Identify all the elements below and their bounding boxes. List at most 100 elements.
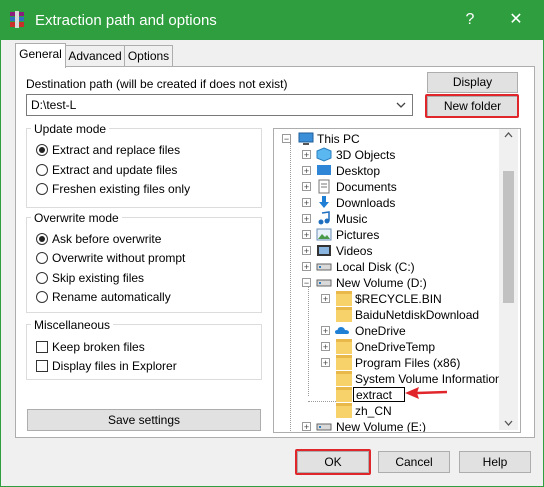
tree-item-label: OneDriveTemp bbox=[355, 340, 436, 354]
expand-icon[interactable]: + bbox=[321, 342, 330, 352]
expand-icon[interactable]: + bbox=[321, 294, 330, 304]
pictures-icon bbox=[316, 228, 332, 241]
folder-icon bbox=[336, 355, 352, 370]
documents-icon bbox=[318, 179, 330, 194]
tree-item-label: Local Disk (C:) bbox=[336, 260, 415, 274]
tree-item-label: OneDrive bbox=[355, 324, 406, 338]
checkbox-keep-broken[interactable] bbox=[36, 341, 48, 353]
folder-icon bbox=[336, 291, 352, 306]
radio-overwrite-no-prompt[interactable] bbox=[36, 252, 48, 264]
display-button-label: Display bbox=[452, 75, 493, 89]
radio-freshen[interactable] bbox=[36, 183, 48, 195]
radio-ask-overwrite[interactable] bbox=[36, 233, 48, 245]
expand-icon[interactable]: + bbox=[302, 198, 311, 208]
expand-icon[interactable]: + bbox=[302, 182, 311, 192]
collapse-icon[interactable]: − bbox=[282, 134, 291, 144]
tree-item-label: Documents bbox=[336, 180, 397, 194]
radio-extract-replace[interactable] bbox=[36, 144, 48, 156]
radio-ask-overwrite-label: Ask before overwrite bbox=[52, 232, 162, 246]
expand-icon[interactable]: + bbox=[302, 230, 311, 240]
help-button-label: Help bbox=[482, 455, 508, 469]
radio-extract-update[interactable] bbox=[36, 164, 48, 176]
tab-options[interactable]: Options bbox=[124, 45, 173, 66]
folder-icon bbox=[336, 307, 352, 322]
destination-path-combo[interactable]: D:\test-L bbox=[26, 94, 413, 116]
folder-icon bbox=[336, 387, 352, 402]
window-title: Extraction path and options bbox=[35, 12, 217, 29]
rename-input-value: extract bbox=[356, 388, 393, 402]
update-mode-title: Update mode bbox=[31, 122, 110, 136]
expand-icon[interactable]: + bbox=[302, 150, 311, 160]
tree-connector bbox=[308, 401, 338, 402]
cancel-button-label: Cancel bbox=[395, 455, 433, 469]
ok-highlight bbox=[295, 449, 371, 475]
radio-skip-existing[interactable] bbox=[36, 272, 48, 284]
dialog-window: Extraction path and options ? ✕ General … bbox=[0, 0, 544, 487]
tree-item-label: New Volume (E:) bbox=[336, 420, 427, 433]
desktop-icon bbox=[317, 165, 331, 175]
tab-advanced[interactable]: Advanced bbox=[65, 45, 125, 66]
folder-tree[interactable]: − This PC + 3D Objects + Desktop + Docum… bbox=[273, 128, 521, 433]
tree-connector bbox=[308, 286, 309, 396]
drive-icon bbox=[316, 279, 332, 287]
checkbox-keep-broken-label: Keep broken files bbox=[52, 340, 145, 354]
checkbox-display-explorer[interactable] bbox=[36, 360, 48, 372]
radio-rename-auto-label: Rename automatically bbox=[52, 290, 171, 304]
expand-icon[interactable]: + bbox=[321, 358, 330, 368]
help-button[interactable]: Help bbox=[459, 451, 531, 473]
music-icon bbox=[318, 211, 330, 225]
expand-icon[interactable]: + bbox=[321, 326, 330, 336]
tree-item-label: New Volume (D:) bbox=[336, 276, 427, 290]
winrar-icon bbox=[10, 11, 24, 28]
scroll-down-icon[interactable] bbox=[504, 420, 513, 426]
save-settings-button[interactable]: Save settings bbox=[27, 409, 261, 431]
help-title-button[interactable]: ? bbox=[455, 7, 485, 33]
new-folder-highlight bbox=[425, 94, 519, 118]
radio-extract-replace-label: Extract and replace files bbox=[52, 143, 181, 157]
expand-icon[interactable]: + bbox=[302, 166, 311, 176]
radio-overwrite-no-prompt-label: Overwrite without prompt bbox=[52, 251, 186, 265]
tree-item-label: Videos bbox=[336, 244, 373, 258]
expand-icon[interactable]: + bbox=[302, 246, 311, 256]
tree-item-label: zh_CN bbox=[355, 404, 392, 418]
tree-item-label: System Volume Information bbox=[355, 372, 502, 386]
overwrite-mode-title: Overwrite mode bbox=[31, 211, 122, 225]
display-button[interactable]: Display bbox=[427, 72, 518, 93]
save-settings-label: Save settings bbox=[107, 413, 181, 427]
tree-item-label: Downloads bbox=[336, 196, 396, 210]
computer-icon bbox=[298, 132, 314, 145]
radio-rename-auto[interactable] bbox=[36, 291, 48, 303]
expand-icon[interactable]: + bbox=[302, 214, 311, 224]
tree-item-label: $RECYCLE.BIN bbox=[355, 292, 442, 306]
tree-item-label: This PC bbox=[317, 132, 360, 146]
tree-item-label: 3D Objects bbox=[336, 148, 396, 162]
expand-icon[interactable]: + bbox=[302, 422, 311, 432]
tree-item-label: BaiduNetdiskDownload bbox=[355, 308, 480, 322]
downloads-icon bbox=[319, 196, 329, 208]
tree-scroll-thumb[interactable] bbox=[503, 171, 514, 303]
drive-icon bbox=[316, 263, 332, 271]
tree-item-label: Desktop bbox=[336, 164, 381, 178]
destination-label: Destination path (will be created if doe… bbox=[26, 77, 288, 91]
tree-item-label: Music bbox=[336, 212, 368, 226]
radio-extract-update-label: Extract and update files bbox=[52, 163, 178, 177]
scroll-up-icon[interactable] bbox=[504, 132, 513, 138]
title-bar[interactable]: Extraction path and options ? ✕ bbox=[1, 1, 543, 40]
collapse-icon[interactable]: − bbox=[302, 278, 311, 288]
rename-input[interactable]: extract bbox=[353, 387, 405, 402]
drive-icon bbox=[316, 423, 332, 431]
tab-general[interactable]: General bbox=[15, 43, 66, 68]
destination-path-value: D:\test-L bbox=[31, 98, 77, 112]
close-icon[interactable]: ✕ bbox=[501, 7, 531, 33]
expand-icon[interactable]: + bbox=[302, 262, 311, 272]
folder-icon bbox=[336, 371, 352, 386]
annotation-arrow-icon bbox=[405, 387, 448, 399]
misc-title: Miscellaneous bbox=[31, 318, 114, 332]
folder-icon bbox=[336, 339, 352, 354]
3d-objects-icon bbox=[316, 147, 332, 162]
chevron-down-icon[interactable] bbox=[396, 101, 406, 109]
cancel-button[interactable]: Cancel bbox=[378, 451, 450, 473]
tree-item-label: Program Files (x86) bbox=[355, 356, 461, 370]
onedrive-icon bbox=[335, 327, 349, 334]
radio-freshen-label: Freshen existing files only bbox=[52, 182, 191, 196]
